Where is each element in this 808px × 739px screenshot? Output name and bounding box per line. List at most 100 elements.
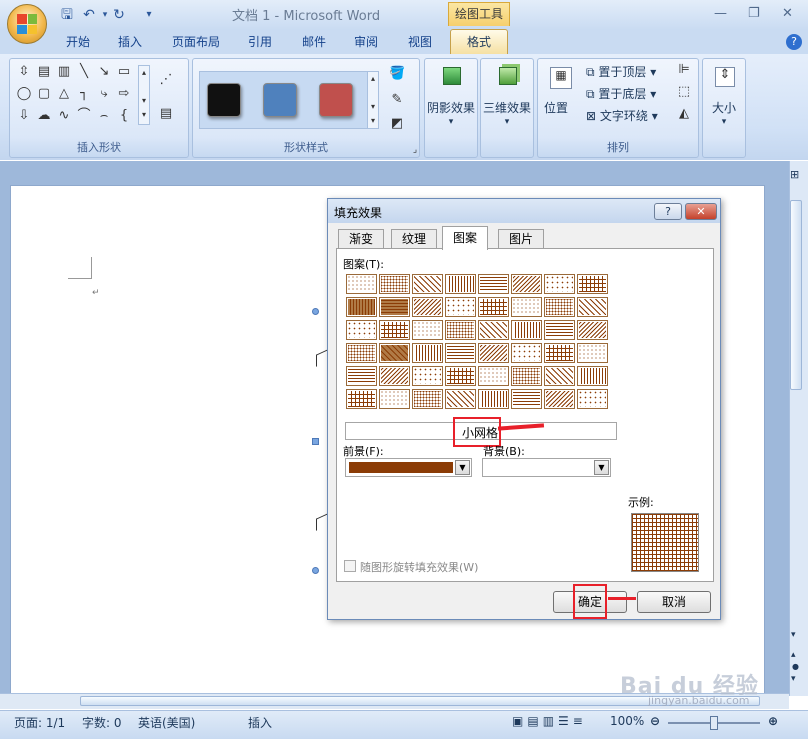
cancel-button[interactable]: 取消 — [637, 591, 711, 613]
tab-page-layout[interactable]: 页面布局 — [168, 32, 224, 54]
page-count[interactable]: 页面: 1/1 — [14, 714, 65, 731]
view-buttons[interactable]: ▣▤▥☰≡ — [512, 714, 587, 728]
pattern-swatch[interactable] — [511, 297, 542, 317]
zoom-slider-thumb[interactable] — [710, 716, 718, 730]
pattern-swatch[interactable] — [478, 297, 509, 317]
pattern-swatch[interactable] — [379, 320, 410, 340]
shadow-effects-button[interactable]: 阴影效果 — [425, 99, 477, 116]
pattern-swatch[interactable] — [412, 320, 443, 340]
group-objects-icon[interactable]: ⬚ — [676, 85, 692, 99]
pattern-swatch[interactable] — [445, 297, 476, 317]
pattern-swatch[interactable] — [544, 297, 575, 317]
pattern-swatch[interactable] — [511, 320, 542, 340]
pattern-swatch[interactable] — [412, 389, 443, 409]
pattern-swatch[interactable] — [478, 274, 509, 294]
pattern-swatch[interactable] — [379, 274, 410, 294]
pattern-swatch[interactable] — [445, 389, 476, 409]
change-shape-icon[interactable]: ◩ — [389, 117, 405, 131]
cloud-icon[interactable]: ☁ — [36, 109, 52, 123]
line-color-icon[interactable]: ✎ — [389, 93, 405, 107]
text-box-v-icon[interactable]: ▥ — [56, 65, 72, 79]
3d-effects-icon[interactable] — [499, 67, 517, 85]
size-button[interactable]: 大小 — [703, 99, 745, 116]
triangle-icon[interactable]: △ — [56, 87, 72, 101]
pattern-swatch[interactable] — [445, 274, 476, 294]
pattern-swatch[interactable] — [577, 366, 608, 386]
pattern-swatch[interactable] — [412, 297, 443, 317]
pattern-swatch[interactable] — [445, 366, 476, 386]
reading-layout-icon[interactable]: ▤ — [527, 714, 542, 728]
shadow-effects-dropdown-icon[interactable]: ▾ — [425, 117, 477, 127]
restore-icon[interactable]: ❐ — [748, 6, 760, 21]
styles-scroll[interactable]: ▴ ▾ ▾ — [367, 71, 379, 129]
pattern-swatch[interactable] — [379, 389, 410, 409]
pattern-swatch[interactable] — [544, 366, 575, 386]
tab-picture[interactable]: 图片 — [498, 229, 545, 249]
style-swatch-black[interactable] — [207, 83, 241, 117]
redo-icon[interactable]: ↻ — [110, 6, 128, 24]
arc-icon[interactable]: ⌢ — [96, 109, 112, 123]
pattern-swatch[interactable] — [445, 343, 476, 363]
minimize-icon[interactable]: — — [714, 6, 727, 21]
draft-icon[interactable]: ≡ — [573, 714, 587, 728]
help-icon[interactable]: ? — [786, 34, 802, 50]
down-arrow-icon[interactable]: ⇩ — [16, 109, 32, 123]
browse-object-icon[interactable]: ● — [792, 662, 799, 671]
print-layout-icon[interactable]: ▣ — [512, 714, 527, 728]
curve-icon[interactable]: ⌒ — [76, 109, 92, 123]
dialog-launcher-icon[interactable]: ⌟ — [407, 143, 423, 157]
style-swatch-blue[interactable] — [263, 83, 297, 117]
pattern-swatch[interactable] — [346, 297, 377, 317]
freeform-icon[interactable]: ∿ — [56, 109, 72, 123]
pattern-swatch[interactable] — [511, 389, 542, 409]
tab-texture[interactable]: 纹理 — [391, 229, 438, 249]
style-swatch-red[interactable] — [319, 83, 353, 117]
oval-icon[interactable]: ◯ — [16, 87, 32, 101]
shape-handle-mid[interactable] — [312, 438, 319, 445]
background-color-select[interactable]: ▼ — [482, 458, 611, 477]
fill-color-icon[interactable]: 🪣 — [389, 67, 405, 81]
word-count[interactable]: 字数: 0 — [82, 714, 122, 731]
pattern-swatch[interactable] — [511, 274, 542, 294]
pattern-swatch[interactable] — [577, 343, 608, 363]
customize-qat-icon[interactable]: ▾ — [140, 6, 158, 24]
pattern-swatch[interactable] — [577, 320, 608, 340]
position-button[interactable]: 位置 — [544, 99, 568, 116]
size-dropdown-icon[interactable]: ▾ — [703, 117, 745, 127]
rectangle-icon[interactable]: ▭ — [116, 65, 132, 79]
pattern-swatch[interactable] — [412, 343, 443, 363]
office-button[interactable] — [7, 4, 47, 44]
dialog-help-button[interactable]: ? — [654, 203, 682, 220]
close-icon[interactable]: ✕ — [782, 6, 793, 21]
language[interactable]: 英语(美国) — [138, 714, 195, 731]
position-icon[interactable]: ▦ — [550, 67, 572, 89]
vertical-scroll-thumb[interactable] — [790, 200, 802, 390]
pattern-swatch[interactable] — [346, 320, 377, 340]
pattern-swatch[interactable] — [346, 389, 377, 409]
zoom-level[interactable]: 100% — [610, 714, 644, 728]
zoom-in-icon[interactable]: ⊕ — [768, 714, 778, 728]
pattern-swatch[interactable] — [478, 366, 509, 386]
brace-icon[interactable]: { — [116, 109, 132, 123]
size-icon[interactable]: ⇕ — [715, 67, 735, 87]
pattern-swatch[interactable] — [379, 343, 410, 363]
scroll-down-icon[interactable]: ▾ — [791, 630, 796, 640]
pattern-swatch[interactable] — [478, 343, 509, 363]
elbow-arrow-icon[interactable]: ⤷ — [96, 87, 112, 101]
shapes-scroll[interactable]: ▴ ▾ ▾ — [138, 65, 150, 125]
right-arrow-icon[interactable]: ⇨ — [116, 87, 132, 101]
rotate-icon[interactable]: ◭ — [676, 107, 692, 121]
elbow-connector-icon[interactable]: ┐ — [76, 87, 92, 101]
pattern-swatch[interactable] — [412, 366, 443, 386]
3d-effects-button[interactable]: 三维效果 — [481, 99, 533, 116]
tab-gradient[interactable]: 渐变 — [338, 229, 385, 249]
shape-handle-top[interactable] — [312, 308, 319, 315]
tab-mailings[interactable]: 邮件 — [298, 32, 330, 54]
tab-insert[interactable]: 插入 — [114, 32, 146, 54]
zoom-out-icon[interactable]: ⊖ — [650, 714, 660, 728]
bring-to-front-button[interactable]: ⧉ 置于顶层 ▾ — [586, 63, 656, 80]
pattern-swatch[interactable] — [511, 366, 542, 386]
outline-icon[interactable]: ☰ — [558, 714, 573, 728]
pattern-swatch[interactable] — [577, 297, 608, 317]
shadow-effects-icon[interactable] — [443, 67, 461, 85]
